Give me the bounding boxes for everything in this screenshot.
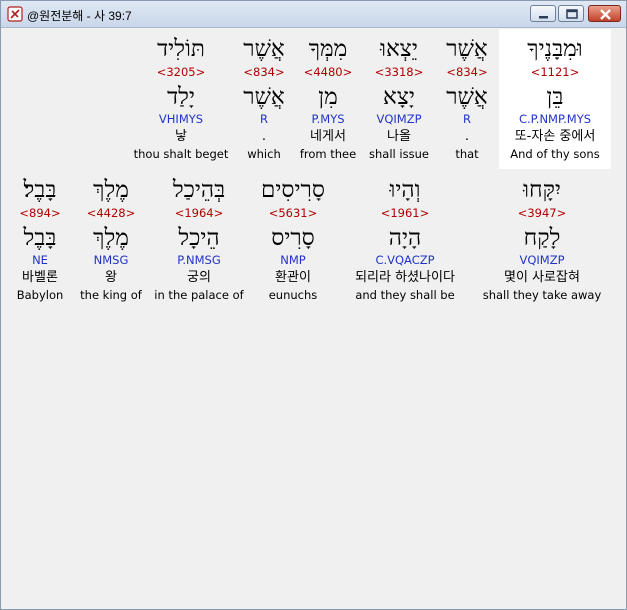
morphology-code: P.MYS [311,112,345,126]
window-title: @원전분해 - 사 39:7 [27,9,132,23]
word-cell[interactable]: אֲשֶׁר <834> אֲשֶׁר R . that [435,34,499,162]
strong-number[interactable]: <1961> [340,205,470,221]
english-gloss: eunuchs [268,288,318,302]
hebrew-root: הָיָה [388,225,422,251]
word-cell[interactable]: תּוֹלִיד <3205> יָלַד VHIMYS 낳 thou shal… [131,34,231,162]
morphology-code: R [463,112,471,126]
korean-gloss: 몇이 사로잡혀 [504,270,580,285]
word-cell[interactable]: יִקָּחוּ <3947> לָקַח VQIMZP 몇이 사로잡혀 sha… [477,175,607,303]
hebrew-root: מִן [318,84,338,110]
morphology-code: P.NMSG [177,253,221,267]
maximize-icon [566,9,578,19]
hebrew-word: מִמְּךָ [308,36,348,62]
english-gloss: which [247,147,281,161]
hebrew-word: בָּבֶל׃ [23,177,57,203]
word-cell[interactable]: מִמְּךָ <4480> מִן P.MYS 네게서 from thee [295,34,361,162]
morphology-code: NMSG [93,253,129,267]
korean-gloss: 바벨론 [22,270,58,285]
korean-gloss: 나올 [387,129,411,144]
hebrew-word: אֲשֶׁר [446,36,488,62]
minimize-icon [539,16,548,19]
bible-app-icon [7,6,23,22]
verse-analysis-panel: וּמִבָּנֶיךָ <1121> בֵּן C.P.NMP.MYS 또-자… [5,29,622,605]
korean-gloss: . [261,129,267,144]
morphology-code: R [260,112,268,126]
word-cell[interactable]: יֵצְאוּ <3318> יָצָא VQIMZP 나올 shall iss… [363,34,435,162]
hebrew-word: וּמִבָּנֶיךָ [527,36,583,62]
strong-number[interactable]: <1121> [499,64,611,80]
strong-number[interactable]: <3947> [477,205,607,221]
hebrew-word: מֶלֶךְ [93,177,129,203]
korean-gloss: 또-자손 중에서 [514,129,596,144]
morphology-code: C.P.NMP.MYS [518,112,592,126]
strong-number[interactable]: <3318> [363,64,435,80]
morphology-code: VQIMZP [376,112,422,126]
hebrew-root: יָלַד [167,84,195,110]
word-cell[interactable]: סָרִיסִים <5631> סָרִיס NMP 환관이 eunuchs [249,175,337,303]
hebrew-word: אֲשֶׁר [243,36,285,62]
maximize-button[interactable] [558,5,584,22]
minimize-button[interactable] [530,5,556,22]
morphology-code: VQIMZP [519,253,565,267]
strong-number[interactable]: <5631> [249,205,337,221]
english-gloss: the king of [80,288,142,302]
hebrew-root: יָצָא [383,84,415,110]
english-gloss: in the palace of [154,288,244,302]
strong-number[interactable]: <834> [237,64,291,80]
hebrew-root: בָּבֶל [23,225,57,251]
english-gloss: Babylon [16,288,64,302]
hebrew-word: וְהָיוּ [389,177,421,203]
english-gloss: from thee [299,147,357,161]
title-bar[interactable]: @원전분해 - 사 39:7 [1,1,626,28]
hebrew-word: יֵצְאוּ [380,36,418,62]
hebrew-root: אֲשֶׁר [243,84,285,110]
english-gloss: shall issue [369,147,429,161]
hebrew-word: בְּהֵיכַל [172,177,226,203]
korean-gloss: 네게서 [310,129,346,144]
word-cell[interactable]: וּמִבָּנֶיךָ <1121> בֵּן C.P.NMP.MYS 또-자… [499,34,611,162]
korean-gloss: 되리라 하셨나이다 [355,270,455,285]
korean-gloss: 왕 [105,270,117,285]
word-cell[interactable]: וְהָיוּ <1961> הָיָה C.VQACZP 되리라 하셨나이다 … [340,175,470,303]
strong-number[interactable]: <4480> [295,64,361,80]
app-window: @원전분해 - 사 39:7 וּמִבָּנֶיךָ <1121> בֵּן … [0,0,627,610]
close-icon [600,9,611,20]
word-cell[interactable]: אֲשֶׁר <834> אֲשֶׁר R . which [237,34,291,162]
english-gloss: thou shalt beget [133,147,229,161]
word-cell[interactable]: מֶלֶךְ <4428> מֶלֶךְ NMSG 왕 the king of [77,175,145,303]
hebrew-word: תּוֹלִיד [157,36,205,62]
hebrew-root: אֲשֶׁר [446,84,488,110]
hebrew-root: לָקַח [523,225,561,251]
english-gloss: And of thy sons [510,147,600,161]
morphology-code: NE [32,253,48,267]
strong-number[interactable]: <834> [435,64,499,80]
english-gloss: that [455,147,479,161]
close-button[interactable] [588,5,621,22]
morphology-code: C.VQACZP [375,253,435,267]
word-cell[interactable]: בְּהֵיכַל <1964> הֵיכָל P.NMSG 궁의 in the… [149,175,249,303]
hebrew-root: מֶלֶךְ [93,225,129,251]
korean-gloss: 낳 [175,129,187,144]
english-gloss: and they shall be [355,288,455,302]
english-gloss: shall they take away [482,288,602,302]
korean-gloss: . [464,129,470,144]
hebrew-root: סָרִיס [271,225,315,251]
hebrew-word: סָרִיסִים [261,177,325,203]
morphology-code: NMP [280,253,306,267]
hebrew-root: בֵּן [546,84,564,110]
word-cell[interactable]: בָּבֶל׃ <894> בָּבֶל NE 바벨론 Babylon [7,175,73,303]
hebrew-word: יִקָּחוּ [523,177,561,203]
korean-gloss: 궁의 [187,270,211,285]
hebrew-root: הֵיכָל [178,225,220,251]
strong-number[interactable]: <4428> [77,205,145,221]
strong-number[interactable]: <894> [7,205,73,221]
morphology-code: VHIMYS [158,112,204,126]
strong-number[interactable]: <1964> [149,205,249,221]
strong-number[interactable]: <3205> [131,64,231,80]
korean-gloss: 환관이 [275,270,311,285]
